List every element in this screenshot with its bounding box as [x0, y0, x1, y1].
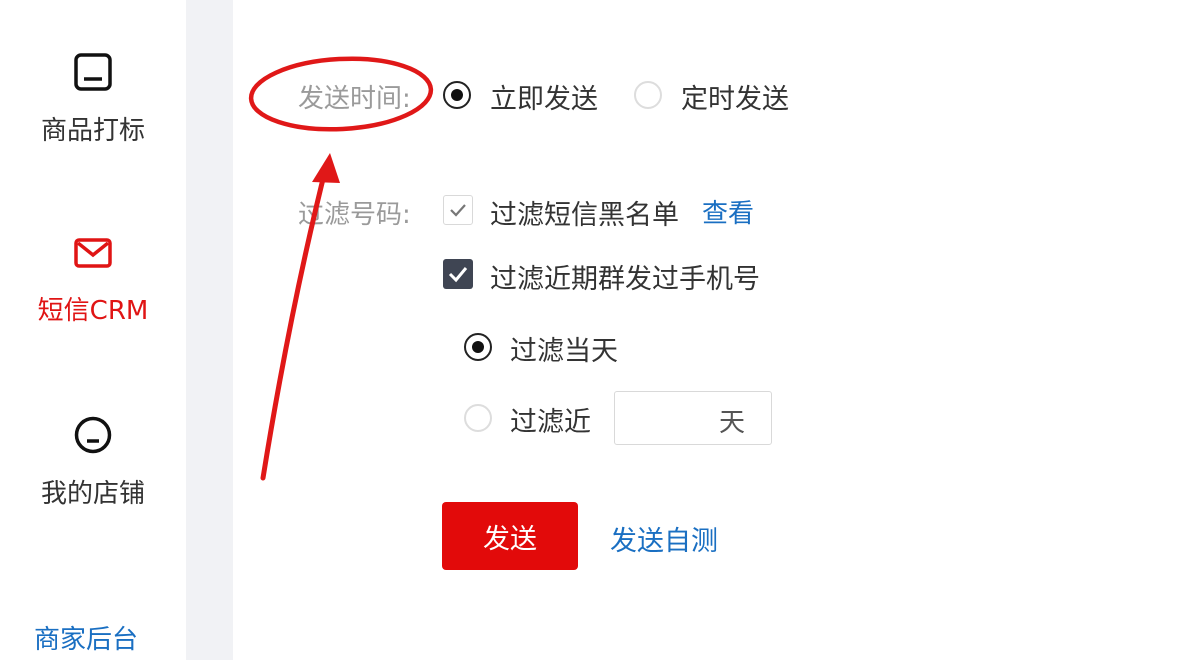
days-unit: 天 — [718, 408, 745, 438]
filter-numbers-label: 过滤号码: — [298, 200, 411, 230]
radio-send-now-label[interactable]: 立即发送 — [490, 77, 598, 116]
blacklist-checkbox[interactable] — [443, 195, 473, 225]
send-button[interactable]: 发送 — [442, 502, 578, 570]
checkmark-icon — [450, 204, 466, 217]
radio-send-now[interactable] — [443, 81, 471, 109]
sidebar: 商品打标 短信CRM 我的店铺 商家后台 — [0, 0, 186, 660]
sms-send-form: 发送时间: 立即发送 定时发送 过滤号码: 过滤短信黑名单 查看 过滤近期群发过… — [233, 0, 1186, 660]
send-time-label: 发送时间: — [298, 84, 411, 114]
sidebar-divider — [186, 0, 233, 660]
radio-filter-today-label[interactable]: 过滤当天 — [510, 329, 618, 368]
sidebar-item-sms-crm[interactable]: 短信CRM — [0, 236, 186, 326]
smiley-icon — [74, 416, 112, 454]
radio-filter-recent-days-label[interactable]: 过滤近 — [510, 400, 591, 439]
radio-filter-today[interactable] — [464, 333, 492, 361]
blacklist-checkbox-label[interactable]: 过滤短信黑名单 — [490, 193, 679, 232]
days-input-box: 天 — [614, 391, 772, 445]
radio-filter-recent-days[interactable] — [464, 404, 492, 432]
radio-scheduled-send[interactable] — [634, 81, 662, 109]
sidebar-item-product-tagging[interactable]: 商品打标 — [0, 52, 186, 146]
radio-scheduled-send-label[interactable]: 定时发送 — [681, 77, 789, 116]
recent-sent-checkbox[interactable] — [443, 259, 473, 289]
checkmark-icon — [448, 267, 468, 283]
tablet-icon — [74, 53, 112, 91]
sidebar-item-label: 短信CRM — [37, 296, 149, 326]
sidebar-item-label: 我的店铺 — [40, 479, 145, 509]
merchant-backend-link[interactable]: 商家后台 — [0, 619, 172, 656]
sidebar-item-my-store[interactable]: 我的店铺 — [0, 415, 186, 509]
send-self-test-link[interactable]: 发送自测 — [610, 519, 718, 558]
mail-icon — [74, 238, 112, 268]
days-input[interactable] — [623, 400, 717, 438]
sidebar-item-label: 商品打标 — [40, 116, 145, 146]
view-blacklist-link[interactable]: 查看 — [702, 193, 754, 230]
recent-sent-checkbox-label[interactable]: 过滤近期群发过手机号 — [490, 257, 760, 296]
